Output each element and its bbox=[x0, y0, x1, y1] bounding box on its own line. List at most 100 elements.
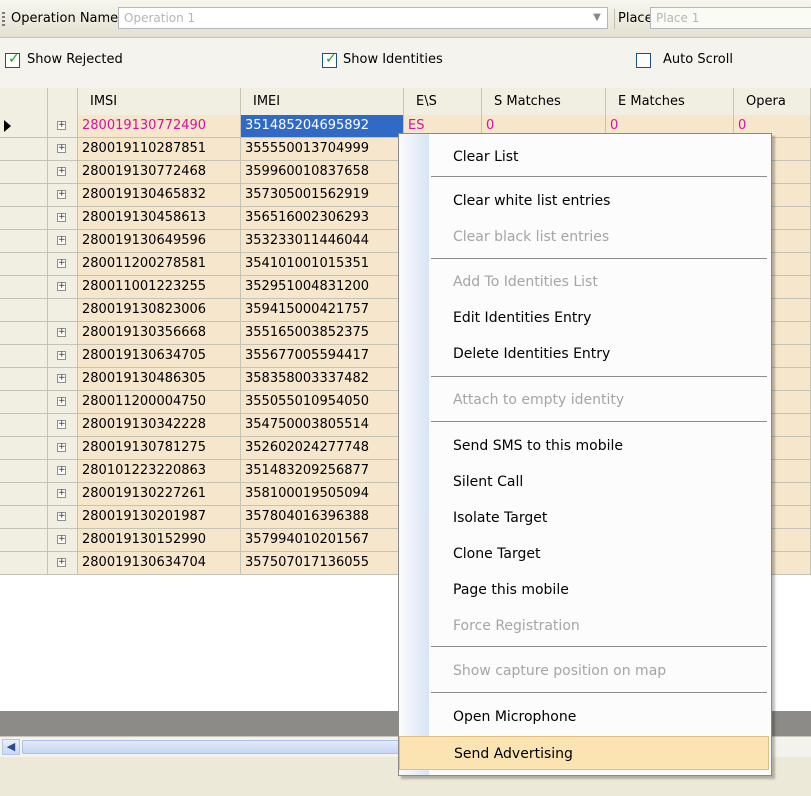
menu-item-edit-identities-entry[interactable]: Edit Identities Entry bbox=[399, 301, 769, 335]
imei-cell[interactable]: 355550013704999 bbox=[241, 138, 404, 161]
imei-cell[interactable]: 352951004831200 bbox=[241, 276, 404, 299]
expand-plus-icon[interactable]: + bbox=[57, 282, 66, 291]
menu-item-isolate-target[interactable]: Isolate Target bbox=[399, 501, 769, 535]
expand-plus-icon[interactable]: + bbox=[57, 121, 66, 130]
row-indicator[interactable] bbox=[0, 414, 48, 437]
column-header-imei[interactable]: IMEI bbox=[241, 88, 404, 115]
column-header-e-matches[interactable]: E Matches bbox=[606, 88, 734, 115]
toolbar-grip[interactable] bbox=[2, 12, 5, 26]
row-expander[interactable]: + bbox=[48, 230, 78, 253]
expand-plus-icon[interactable]: + bbox=[57, 443, 66, 452]
expand-plus-icon[interactable]: + bbox=[57, 535, 66, 544]
row-expander[interactable]: + bbox=[48, 253, 78, 276]
menu-item-clone-target[interactable]: Clone Target bbox=[399, 537, 769, 571]
imei-cell[interactable]: 359415000421757 bbox=[241, 299, 404, 322]
show-rejected-checkbox[interactable]: ✓ bbox=[5, 51, 20, 68]
imei-cell[interactable]: 357804016396388 bbox=[241, 506, 404, 529]
row-expander[interactable]: + bbox=[48, 437, 78, 460]
imsi-cell[interactable]: 280019130486305 bbox=[78, 368, 241, 391]
operation-name-select[interactable]: Operation 1 bbox=[118, 7, 608, 29]
row-indicator[interactable] bbox=[0, 552, 48, 575]
row-indicator[interactable] bbox=[0, 345, 48, 368]
imei-cell[interactable]: 357994010201567 bbox=[241, 529, 404, 552]
imsi-cell[interactable]: 280019130772490 bbox=[78, 115, 241, 138]
imsi-cell[interactable]: 280019130634704 bbox=[78, 552, 241, 575]
expand-plus-icon[interactable]: + bbox=[57, 420, 66, 429]
imsi-cell[interactable]: 280019110287851 bbox=[78, 138, 241, 161]
column-header-imsi[interactable]: IMSI bbox=[78, 88, 241, 115]
imsi-cell[interactable]: 280019130342228 bbox=[78, 414, 241, 437]
row-expander[interactable]: + bbox=[48, 506, 78, 529]
expand-plus-icon[interactable]: + bbox=[57, 213, 66, 222]
row-indicator[interactable] bbox=[0, 161, 48, 184]
expand-plus-icon[interactable]: + bbox=[57, 558, 66, 567]
imei-cell[interactable]: 351485204695892 bbox=[241, 115, 404, 138]
chevron-down-icon[interactable]: ▼ bbox=[590, 10, 604, 26]
row-indicator[interactable] bbox=[0, 207, 48, 230]
imsi-cell[interactable]: 280101223220863 bbox=[78, 460, 241, 483]
row-expander[interactable]: + bbox=[48, 460, 78, 483]
imsi-cell[interactable]: 280019130823006 bbox=[78, 299, 241, 322]
imsi-cell[interactable]: 280019130458613 bbox=[78, 207, 241, 230]
expand-plus-icon[interactable]: + bbox=[57, 374, 66, 383]
row-indicator[interactable] bbox=[0, 138, 48, 161]
imsi-cell[interactable]: 280019130781275 bbox=[78, 437, 241, 460]
menu-item-clear-white-list-entries[interactable]: Clear white list entries bbox=[399, 184, 769, 218]
place-input[interactable]: Place 1 bbox=[650, 7, 811, 29]
row-expander[interactable]: + bbox=[48, 414, 78, 437]
expand-plus-icon[interactable]: + bbox=[57, 259, 66, 268]
menu-item-send-sms-to-this-mobile[interactable]: Send SMS to this mobile bbox=[399, 429, 769, 463]
menu-item-clear-list[interactable]: Clear List bbox=[399, 140, 769, 174]
imsi-cell[interactable]: 280011001223255 bbox=[78, 276, 241, 299]
column-header-s-matches[interactable]: S Matches bbox=[482, 88, 606, 115]
expand-plus-icon[interactable]: + bbox=[57, 144, 66, 153]
row-expander[interactable]: + bbox=[48, 322, 78, 345]
row-expander[interactable]: + bbox=[48, 391, 78, 414]
row-expander[interactable]: + bbox=[48, 345, 78, 368]
imsi-cell[interactable]: 280019130634705 bbox=[78, 345, 241, 368]
imei-cell[interactable]: 357507017136055 bbox=[241, 552, 404, 575]
imei-cell[interactable]: 352602024277748 bbox=[241, 437, 404, 460]
row-expander[interactable]: + bbox=[48, 529, 78, 552]
row-indicator[interactable] bbox=[0, 230, 48, 253]
row-indicator[interactable] bbox=[0, 184, 48, 207]
row-expander[interactable]: + bbox=[48, 115, 78, 138]
expand-plus-icon[interactable]: + bbox=[57, 489, 66, 498]
imei-cell[interactable]: 358358003337482 bbox=[241, 368, 404, 391]
column-header-es[interactable]: E\S bbox=[404, 88, 482, 115]
expand-plus-icon[interactable]: + bbox=[57, 236, 66, 245]
row-indicator[interactable] bbox=[0, 115, 48, 138]
imei-cell[interactable]: 353233011446044 bbox=[241, 230, 404, 253]
imsi-cell[interactable]: 280019130356668 bbox=[78, 322, 241, 345]
row-expander[interactable]: + bbox=[48, 276, 78, 299]
expand-plus-icon[interactable]: + bbox=[57, 351, 66, 360]
show-identities-checkbox[interactable]: ✓ bbox=[322, 51, 337, 68]
row-expander[interactable]: + bbox=[48, 138, 78, 161]
imei-cell[interactable]: 355165003852375 bbox=[241, 322, 404, 345]
row-indicator[interactable] bbox=[0, 529, 48, 552]
menu-item-delete-identities-entry[interactable]: Delete Identities Entry bbox=[399, 337, 769, 371]
imei-cell[interactable]: 356516002306293 bbox=[241, 207, 404, 230]
column-header-operator[interactable]: Opera bbox=[734, 88, 811, 115]
imei-cell[interactable]: 355055010954050 bbox=[241, 391, 404, 414]
imsi-cell[interactable]: 280011200004750 bbox=[78, 391, 241, 414]
row-indicator[interactable] bbox=[0, 253, 48, 276]
expand-plus-icon[interactable]: + bbox=[57, 328, 66, 337]
row-indicator[interactable] bbox=[0, 506, 48, 529]
row-expander[interactable]: + bbox=[48, 184, 78, 207]
imsi-cell[interactable]: 280019130201987 bbox=[78, 506, 241, 529]
expand-plus-icon[interactable]: + bbox=[57, 512, 66, 521]
imsi-cell[interactable]: 280019130772468 bbox=[78, 161, 241, 184]
row-indicator[interactable] bbox=[0, 460, 48, 483]
imei-cell[interactable]: 351483209256877 bbox=[241, 460, 404, 483]
imei-cell[interactable]: 359960010837658 bbox=[241, 161, 404, 184]
imsi-cell[interactable]: 280011200278581 bbox=[78, 253, 241, 276]
imei-cell[interactable]: 355677005594417 bbox=[241, 345, 404, 368]
row-expander[interactable]: + bbox=[48, 552, 78, 575]
row-indicator[interactable] bbox=[0, 368, 48, 391]
expand-plus-icon[interactable]: + bbox=[57, 466, 66, 475]
imei-cell[interactable]: 357305001562919 bbox=[241, 184, 404, 207]
scroll-thumb[interactable] bbox=[22, 740, 402, 754]
row-indicator[interactable] bbox=[0, 299, 48, 322]
row-indicator[interactable] bbox=[0, 322, 48, 345]
